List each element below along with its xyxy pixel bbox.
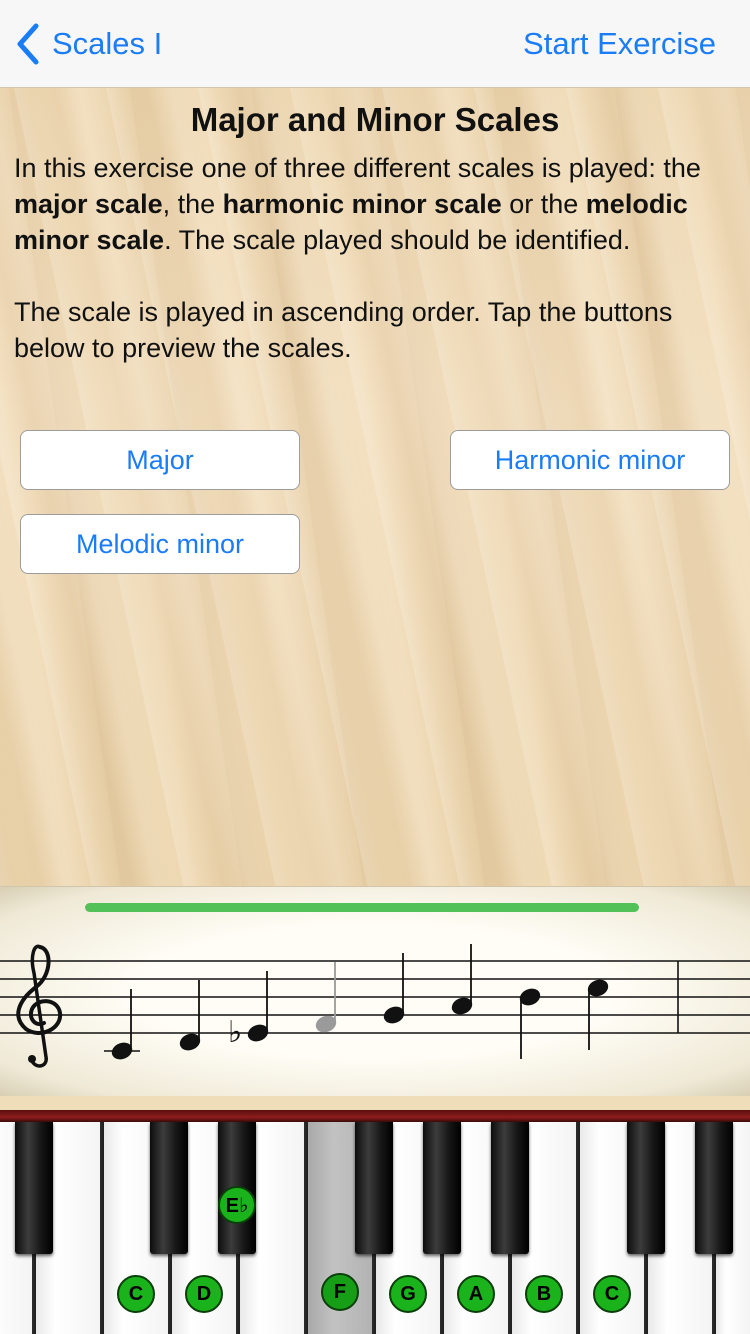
back-button-label: Scales I xyxy=(52,26,163,61)
piano-keyboard: C D E♭ F G A B C xyxy=(0,1110,750,1334)
instructions-paragraph: The scale is played in ascending order. … xyxy=(14,297,673,363)
major-preview-button[interactable]: Major xyxy=(20,430,300,490)
staff-note-d xyxy=(179,980,201,1051)
staff-note-b xyxy=(519,988,541,1059)
piano-key-black[interactable] xyxy=(15,1122,53,1254)
staff-lines xyxy=(0,960,750,1034)
start-exercise-button[interactable]: Start Exercise xyxy=(523,26,716,62)
back-button[interactable]: Scales I xyxy=(14,22,162,66)
piano-key-black[interactable] xyxy=(627,1122,665,1254)
description-text: . The scale played should be identified. xyxy=(164,225,631,255)
note-badge-b: B xyxy=(525,1275,563,1313)
piano-key-black[interactable] xyxy=(423,1122,461,1254)
note-badge-c: C xyxy=(117,1275,155,1313)
piano-key-black[interactable] xyxy=(695,1122,733,1254)
description-text: , the xyxy=(162,189,223,219)
note-badge-eb: E♭ xyxy=(218,1186,256,1224)
music-staff: ♭ xyxy=(0,944,750,1068)
staff-panel: ♭ xyxy=(0,886,750,1096)
melodic-minor-preview-button[interactable]: Melodic minor xyxy=(20,514,300,574)
harmonic-minor-scale-term: harmonic minor scale xyxy=(222,189,502,219)
description-paragraph: In this exercise one of three different … xyxy=(14,150,736,258)
chevron-left-icon xyxy=(17,23,39,65)
note-badge-c-high: C xyxy=(593,1275,631,1313)
harmonic-minor-preview-button[interactable]: Harmonic minor xyxy=(450,430,730,490)
staff-note-g xyxy=(383,953,405,1024)
description-text: In this exercise one of three different … xyxy=(14,153,701,183)
staff-note-c xyxy=(104,989,140,1060)
piano-rail xyxy=(0,1110,750,1122)
piano-key-black[interactable] xyxy=(491,1122,529,1254)
navigation-bar: Scales I Start Exercise xyxy=(0,0,750,88)
piano-key-black[interactable] xyxy=(355,1122,393,1254)
description-text: or the xyxy=(501,189,586,219)
page-title: Major and Minor Scales xyxy=(190,101,560,138)
note-badge-g: G xyxy=(389,1275,427,1313)
content-area: Major and Minor Scales In this exercise … xyxy=(0,88,750,366)
staff-note-c xyxy=(587,979,609,1050)
flat-accidental: ♭ xyxy=(228,1015,242,1050)
staff-note-eb: ♭ xyxy=(228,971,269,1050)
major-scale-term: major scale xyxy=(14,189,163,219)
staff-note-a xyxy=(451,944,473,1015)
treble-clef-icon xyxy=(16,944,63,1068)
staff-note-f xyxy=(315,962,337,1033)
note-badge-a: A xyxy=(457,1275,495,1313)
note-badge-d: D xyxy=(185,1275,223,1313)
note-badge-f: F xyxy=(321,1273,359,1311)
piano-key-black[interactable] xyxy=(150,1122,188,1254)
